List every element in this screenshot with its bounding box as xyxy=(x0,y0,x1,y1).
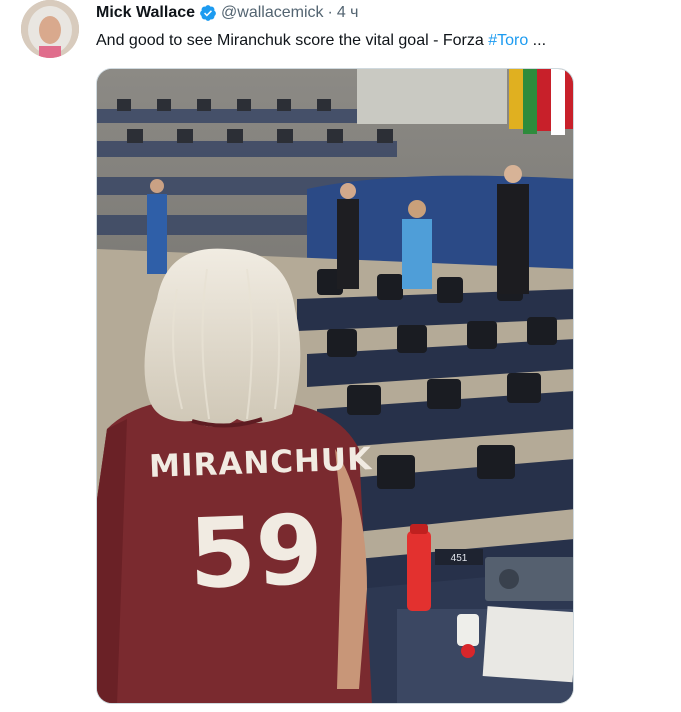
hashtag-link[interactable]: #Toro xyxy=(488,32,528,49)
avatar-image xyxy=(21,0,79,58)
desk-label: 451 xyxy=(451,553,468,564)
tweet-timestamp[interactable]: 4 ч xyxy=(337,4,359,22)
tweet-photo[interactable]: 451 MIRANCHUK 59 xyxy=(96,68,574,704)
tweet-text: And good to see Miranchuk score the vita… xyxy=(96,31,546,51)
tweet-header: Mick Wallace @wallacemick · 4 ч xyxy=(96,3,359,23)
tweet-text-ellipsis: ... xyxy=(528,32,547,49)
verified-badge-icon xyxy=(200,5,216,21)
jersey-number: 59 xyxy=(187,494,324,611)
header-separator: · xyxy=(327,4,333,21)
author-handle[interactable]: @wallacemick xyxy=(221,4,323,22)
author-name[interactable]: Mick Wallace xyxy=(96,4,195,22)
tweet-text-body: And good to see Miranchuk score the vita… xyxy=(96,32,489,49)
author-avatar[interactable] xyxy=(21,0,79,58)
photo-parliament-chamber: 451 MIRANCHUK 59 xyxy=(97,69,573,703)
